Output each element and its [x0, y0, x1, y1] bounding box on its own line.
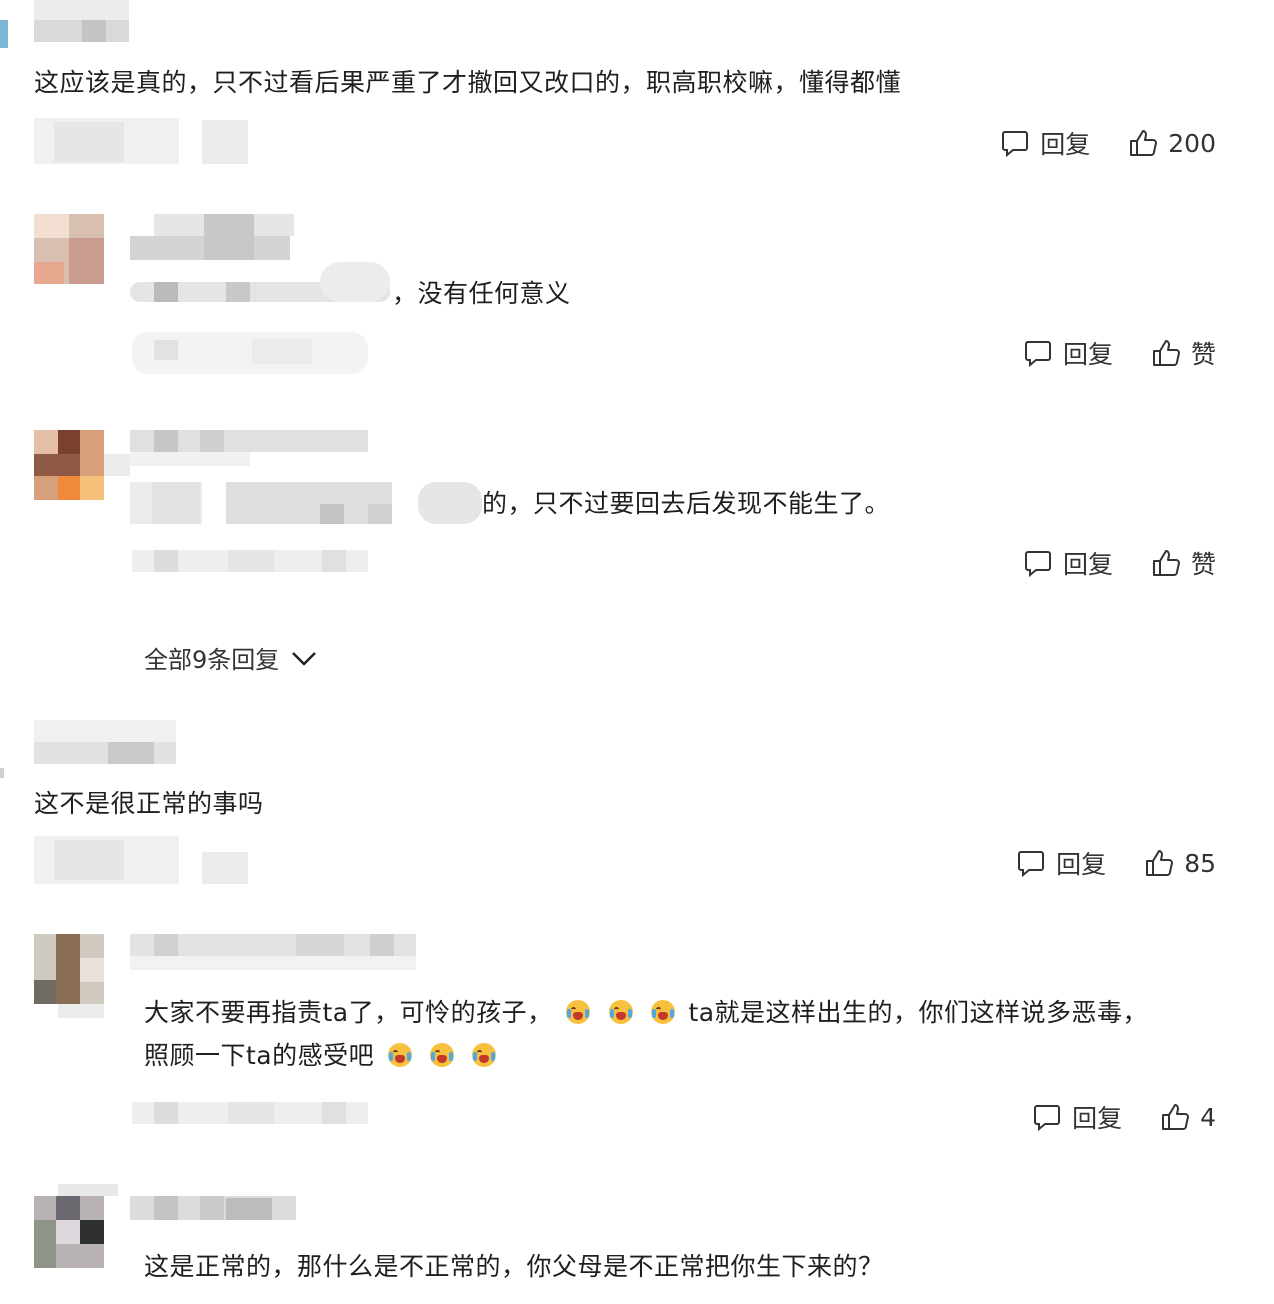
reply-button[interactable]: 回复 — [1023, 545, 1113, 581]
like-button[interactable]: 200 — [1128, 128, 1216, 158]
reply-label: 回复 — [1062, 340, 1113, 369]
thumbs-up-icon — [1162, 1104, 1190, 1130]
speech-bubble-icon — [1024, 341, 1051, 368]
reply-button[interactable]: 回复 — [1032, 1099, 1122, 1135]
reply-button[interactable]: 回复 — [1000, 125, 1090, 161]
crying-face-emoji — [650, 1000, 675, 1024]
like-count: 4 — [1200, 1102, 1216, 1132]
comment-text: 这不是很正常的事吗 — [34, 789, 264, 818]
expand-replies-button[interactable]: 全部9条回复 — [144, 640, 317, 675]
thumbs-up-icon — [1130, 130, 1158, 156]
thumbs-up-icon — [1146, 850, 1174, 876]
chevron-down-icon — [292, 651, 317, 666]
reply-label: 回复 — [1056, 850, 1107, 879]
reply-button[interactable]: 回复 — [1023, 335, 1113, 371]
reply-label: 回复 — [1072, 1104, 1123, 1133]
like-button[interactable]: 4 — [1160, 1102, 1216, 1132]
like-count: 85 — [1184, 848, 1216, 878]
comment-text-part: 大家不要再指责ta了，可怜的孩子， — [144, 998, 553, 1027]
comment-text: ，没有任何意义 — [392, 279, 571, 308]
reply-button[interactable]: 回复 — [1016, 845, 1106, 881]
comment-actions: 回复 200 — [1000, 126, 1216, 160]
comment-actions: 回复 4 — [1032, 1100, 1216, 1134]
comment-text: 这应该是真的，只不过看后果严重了才撤回又改口的，职高职校嘛，懂得都懂 — [34, 68, 902, 97]
like-button[interactable]: 85 — [1144, 848, 1216, 878]
comment-text-part: ta就是这样出生的，你们这样说多恶毒， — [688, 998, 1149, 1027]
comment-text-line-1: 大家不要再指责ta了，可怜的孩子， ta就是这样出生的，你们这样说多恶毒， — [144, 998, 1148, 1028]
left-edge-mark — [0, 20, 8, 48]
left-edge-mark — [0, 768, 4, 778]
crying-face-emoji — [430, 1043, 455, 1067]
speech-bubble-icon — [1024, 551, 1051, 578]
reply-label: 回复 — [1062, 550, 1113, 579]
crying-face-emoji — [566, 1000, 591, 1024]
like-button[interactable]: 赞 — [1151, 335, 1216, 371]
comment-text-line-2: 照顾一下ta的感受吧 — [144, 1041, 501, 1071]
speech-bubble-icon — [1034, 1105, 1061, 1132]
like-count: 200 — [1168, 128, 1216, 158]
crying-face-emoji — [387, 1043, 412, 1067]
reply-label: 回复 — [1040, 130, 1091, 159]
comment-text: 这是正常的，那什么是不正常的，你父母是不正常把你生下来的？ — [144, 1252, 884, 1281]
crying-face-emoji — [472, 1043, 497, 1067]
expand-replies-label: 全部9条回复 — [144, 646, 280, 674]
thumbs-up-icon — [1152, 340, 1180, 366]
crying-face-emoji — [608, 1000, 633, 1024]
like-label: 赞 — [1190, 550, 1216, 579]
like-button[interactable]: 赞 — [1151, 545, 1216, 581]
speech-bubble-icon — [1018, 851, 1045, 878]
comment-actions: 回复 85 — [1016, 846, 1216, 880]
comment-actions: 回复 赞 — [1023, 546, 1216, 580]
comment-text-part: 照顾一下ta的感受吧 — [144, 1041, 375, 1070]
thumbs-up-icon — [1152, 550, 1180, 576]
speech-bubble-icon — [1002, 131, 1029, 158]
comment-actions: 回复 赞 — [1023, 336, 1216, 370]
comment-text: 的，只不过要回去后发现不能生了。 — [482, 489, 891, 518]
like-label: 赞 — [1190, 340, 1216, 369]
